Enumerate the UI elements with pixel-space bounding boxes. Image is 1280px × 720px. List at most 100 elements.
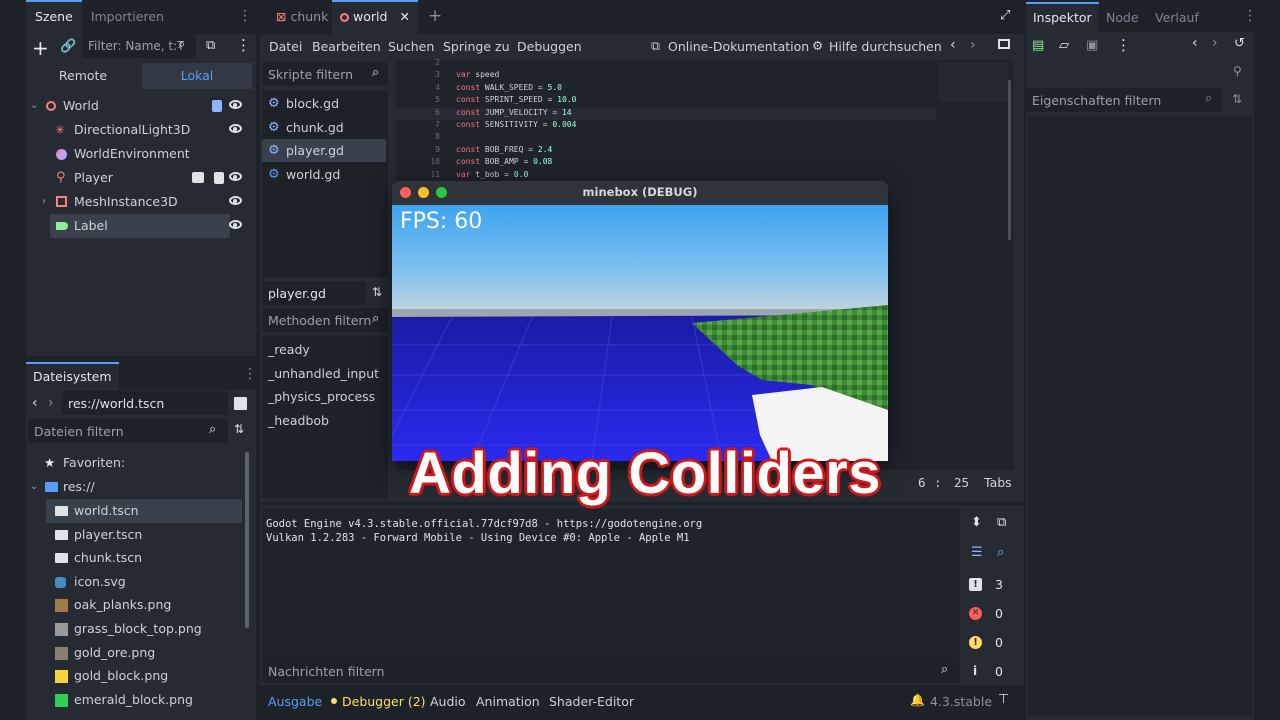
indent-mode[interactable]: Tabs xyxy=(984,475,1012,490)
sort-icon[interactable]: ⇅ xyxy=(234,422,244,436)
messages-filter-input[interactable]: Nachrichten filtern xyxy=(262,659,960,683)
visibility-icon[interactable] xyxy=(229,100,242,109)
minimap[interactable] xyxy=(938,62,1008,102)
tab-animation[interactable]: Animation xyxy=(476,694,540,709)
visibility-icon[interactable] xyxy=(229,124,242,133)
history-back-icon[interactable]: ‹ xyxy=(32,395,38,411)
fullscreen-icon[interactable]: ⤢ xyxy=(1000,8,1010,23)
dock-menu-icon[interactable]: ⋮ xyxy=(243,366,257,382)
link-icon[interactable]: 🔗 xyxy=(60,39,76,54)
file-item[interactable]: emerald_block.png xyxy=(28,688,244,712)
file-item[interactable]: icon.svg xyxy=(28,570,244,594)
script-item[interactable]: ⚙ block.gd xyxy=(262,92,386,115)
tree-item-mesh-instance[interactable]: › MeshInstance3D xyxy=(28,190,254,214)
menu-search[interactable]: Suchen xyxy=(388,39,434,54)
method-item[interactable]: _ready xyxy=(268,338,310,361)
scene-menu-icon[interactable]: ⋮ xyxy=(236,36,251,54)
path-input[interactable]: res://world.tscn xyxy=(62,391,228,415)
file-item[interactable]: world.tscn xyxy=(46,499,242,523)
tab-audio[interactable]: Audio xyxy=(430,694,466,709)
game-window[interactable]: minebox (DEBUG) FPS: 60 xyxy=(392,181,888,461)
add-tab-icon[interactable]: + xyxy=(428,6,442,26)
pin-panel-icon[interactable]: ⊤ xyxy=(998,692,1009,707)
dock-menu-icon[interactable]: ⋮ xyxy=(238,8,252,24)
collapse-lines-icon[interactable]: ☰ xyxy=(971,545,983,560)
scripts-filter-input[interactable]: Skripte filtern xyxy=(262,62,388,86)
window-titlebar[interactable]: minebox (DEBUG) xyxy=(392,181,888,205)
scene-instance-icon[interactable] xyxy=(192,172,204,183)
sort-icon[interactable]: ⇅ xyxy=(372,285,382,299)
scrollbar[interactable] xyxy=(245,452,249,628)
visibility-icon[interactable] xyxy=(229,172,242,181)
save-resource-icon[interactable]: ▣ xyxy=(1086,38,1098,53)
close-icon[interactable]: ✕ xyxy=(400,2,410,32)
errors-toggle[interactable]: ✕ 0 xyxy=(963,602,1016,626)
history-forward-icon[interactable]: › xyxy=(48,395,54,411)
tree-item-player[interactable]: ⚲ Player xyxy=(28,166,254,190)
new-resource-icon[interactable]: ▤ xyxy=(1032,38,1044,53)
object-history-icon[interactable]: ↺ xyxy=(1234,36,1245,51)
tree-item-directional-light[interactable]: ✳ DirectionalLight3D xyxy=(28,118,254,142)
copy-output-icon[interactable]: ⧉ xyxy=(997,515,1006,530)
float-window-icon[interactable] xyxy=(998,39,1010,49)
help-icon[interactable]: ⚙ xyxy=(812,38,823,53)
tab-output[interactable]: Ausgabe xyxy=(268,694,322,709)
script-item[interactable]: ⚙ player.gd xyxy=(262,139,386,163)
dock-menu-icon[interactable]: ⋮ xyxy=(1243,8,1257,24)
tab-local[interactable]: Lokal xyxy=(142,63,252,89)
history-forward-icon[interactable]: › xyxy=(1212,35,1218,51)
tree-item-label-node[interactable]: Label xyxy=(50,214,230,238)
node-info-icon[interactable]: ⚲ xyxy=(1233,64,1242,78)
file-item[interactable]: chunk.tscn xyxy=(28,546,244,570)
menu-file[interactable]: Datei xyxy=(269,39,302,54)
script-item[interactable]: ⚙ chunk.gd xyxy=(262,116,386,139)
search-output-icon[interactable]: ⌕ xyxy=(997,545,1004,560)
tab-remote[interactable]: Remote xyxy=(26,63,140,89)
next-script-icon[interactable]: › xyxy=(970,37,976,53)
file-item[interactable]: oak_planks.png xyxy=(28,593,244,617)
history-back-icon[interactable]: ‹ xyxy=(1192,35,1198,51)
tab-debugger[interactable]: Debugger (2) xyxy=(342,694,426,709)
file-item[interactable]: gold_block.png xyxy=(28,664,244,688)
tab-inspector[interactable]: Inspektor xyxy=(1026,2,1099,32)
open-resource-icon[interactable]: ▱ xyxy=(1059,38,1069,53)
expand-arrow-icon[interactable]: › xyxy=(42,190,46,214)
collapse-arrow-icon[interactable]: ⌄ xyxy=(30,475,38,499)
version-label[interactable]: 4.3.stable xyxy=(930,694,992,709)
script-icon[interactable] xyxy=(212,100,222,112)
tree-item-world[interactable]: ⌄ World xyxy=(28,94,254,118)
file-item[interactable]: player.tscn xyxy=(28,523,244,547)
file-item[interactable]: gold_ore.png xyxy=(28,641,244,665)
tab-import[interactable]: Importieren xyxy=(82,0,173,34)
methods-filter-input[interactable]: Methoden filtern xyxy=(262,308,388,332)
info-toggle[interactable]: ⅰ 0 xyxy=(963,660,1016,684)
game-viewport[interactable]: FPS: 60 xyxy=(392,205,888,461)
method-item[interactable]: _headbob xyxy=(268,409,329,432)
properties-filter-input[interactable]: Eigenschaften filtern xyxy=(1026,88,1222,112)
menu-debug[interactable]: Debuggen xyxy=(517,39,582,54)
add-node-icon[interactable]: + xyxy=(32,36,49,60)
split-view-icon[interactable] xyxy=(234,397,247,410)
files-filter-input[interactable]: Dateien filtern xyxy=(28,419,228,443)
folder-res[interactable]: ⌄ res:// xyxy=(28,475,244,499)
script-icon[interactable] xyxy=(214,172,224,184)
script-item[interactable]: ⚙ world.gd xyxy=(262,163,386,186)
resource-menu-icon[interactable]: ⋮ xyxy=(1116,36,1131,54)
online-docs-link[interactable]: Online-Dokumentation xyxy=(668,39,809,54)
tab-node[interactable]: Node xyxy=(1106,10,1139,25)
code-scrollbar[interactable] xyxy=(1008,80,1011,240)
messages-toggle[interactable]: ! 3 xyxy=(963,573,1016,597)
method-item[interactable]: _unhandled_input xyxy=(268,362,379,385)
attach-script-icon[interactable]: ⧉ xyxy=(206,38,215,53)
tab-filesystem[interactable]: Dateisystem xyxy=(26,362,119,390)
editor-tab-chunk[interactable]: ⊠ chunk xyxy=(268,0,336,34)
collapse-arrow-icon[interactable]: ⌄ xyxy=(30,94,38,118)
tab-scene[interactable]: Szene xyxy=(26,0,82,34)
visibility-icon[interactable] xyxy=(229,196,242,205)
favorites-item[interactable]: ★ Favoriten: xyxy=(28,451,244,475)
search-help-button[interactable]: Hilfe durchsuchen xyxy=(829,39,942,54)
menu-goto[interactable]: Springe zu xyxy=(443,39,510,54)
file-item[interactable]: grass_block_top.png xyxy=(28,617,244,641)
visibility-icon[interactable] xyxy=(229,220,242,229)
external-link-icon[interactable]: ⧉ xyxy=(651,38,660,54)
